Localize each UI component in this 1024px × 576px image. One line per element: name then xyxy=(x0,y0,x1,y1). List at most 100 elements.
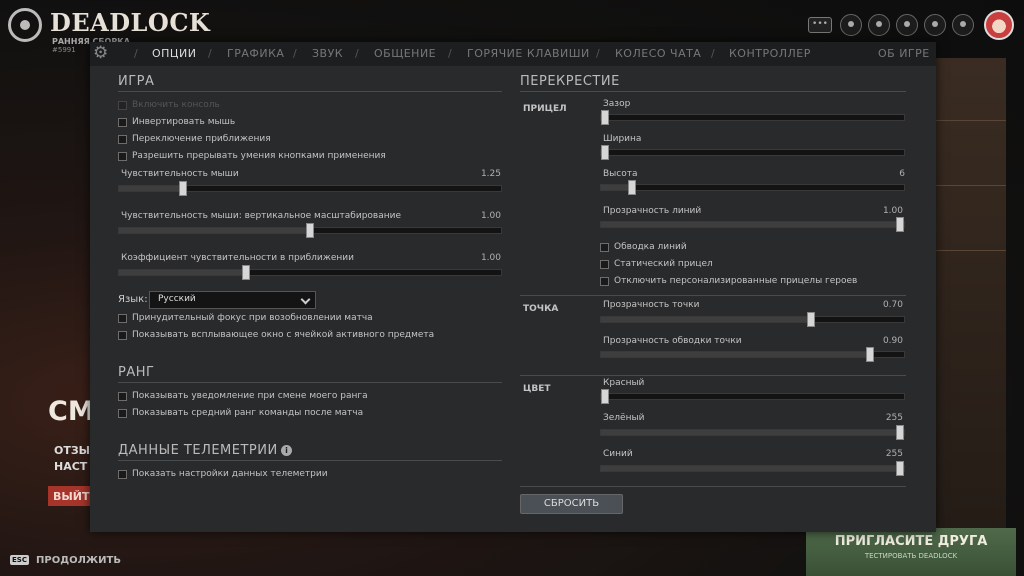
slider-handle[interactable] xyxy=(896,425,904,440)
tab-separator: / xyxy=(711,47,715,60)
avatar[interactable] xyxy=(984,10,1014,40)
line-opacity-slider[interactable] xyxy=(600,217,905,232)
slider-handle[interactable] xyxy=(242,265,251,280)
gap-label: Зазор xyxy=(603,99,631,109)
tab-sound[interactable]: ЗВУК xyxy=(312,47,343,60)
zoom-sensitivity-value: 1.00 xyxy=(480,253,501,263)
background-text: ОТЗЫ xyxy=(54,444,91,457)
tab-separator: / xyxy=(596,47,600,60)
green-slider[interactable] xyxy=(600,425,905,440)
dot-outline-opacity-slider[interactable] xyxy=(600,347,905,362)
party-slot-button[interactable] xyxy=(868,14,890,36)
tab-separator: / xyxy=(293,47,297,60)
chevron-down-icon xyxy=(300,294,311,305)
party-slot-button[interactable] xyxy=(840,14,862,36)
tab-hotkeys[interactable]: ГОРЯЧИЕ КЛАВИШИ xyxy=(467,47,590,60)
party-slot-button[interactable] xyxy=(924,14,946,36)
zoom-sensitivity-slider[interactable] xyxy=(118,265,502,280)
line-outline-checkbox[interactable]: Обводка линий xyxy=(600,242,687,252)
tab-separator: / xyxy=(134,47,138,60)
tab-separator: / xyxy=(208,47,212,60)
mouse-sensitivity-slider[interactable] xyxy=(118,181,502,196)
cancel-abilities-checkbox[interactable]: Разрешить прерывать умения кнопками прим… xyxy=(118,151,386,161)
settings-panel: ⚙ / ОПЦИИ / ГРАФИКА / ЗВУК / ОБЩЕНИЕ / Г… xyxy=(90,42,936,532)
tab-separator: / xyxy=(355,47,359,60)
user-icon xyxy=(848,20,854,27)
height-slider[interactable] xyxy=(600,180,905,195)
invite-friend-button[interactable]: ПРИГЛАСИТЕ ДРУГА ТЕСТИРОВАТЬ DEADLOCK xyxy=(806,528,1016,576)
invite-subtitle: ТЕСТИРОВАТЬ DEADLOCK xyxy=(864,552,958,560)
line-opacity-label: Прозрачность линий xyxy=(603,206,702,216)
zoom-sensitivity-label: Коэффициент чувствительности в приближен… xyxy=(121,253,354,263)
green-value: 255 xyxy=(885,413,903,423)
blue-value: 255 xyxy=(885,449,903,459)
telemetry-settings-checkbox[interactable]: Показать настройки данных телеметрии xyxy=(118,469,328,479)
telemetry-section-header: ДАННЫЕ ТЕЛЕМЕТРИИ xyxy=(118,443,278,458)
reset-button[interactable]: СБРОСИТЬ xyxy=(520,494,623,514)
dot-outline-opacity-value: 0.90 xyxy=(882,336,903,346)
toggle-zoom-checkbox[interactable]: Переключение приближения xyxy=(118,134,271,144)
user-icon xyxy=(932,20,938,27)
tab-social[interactable]: ОБЩЕНИЕ xyxy=(374,47,436,60)
invert-mouse-checkbox[interactable]: Инвертировать мышь xyxy=(118,117,235,127)
tab-graphics[interactable]: ГРАФИКА xyxy=(227,47,284,60)
party-slot-button[interactable] xyxy=(896,14,918,36)
dot-opacity-slider[interactable] xyxy=(600,312,905,327)
settings-tab-bar: ⚙ / ОПЦИИ / ГРАФИКА / ЗВУК / ОБЩЕНИЕ / Г… xyxy=(90,42,936,66)
tab-controller[interactable]: КОНТРОЛЛЕР xyxy=(729,47,811,60)
disable-hero-crosshairs-checkbox[interactable]: Отключить персонализированные прицелы ге… xyxy=(600,276,857,286)
game-section-header: ИГРА xyxy=(118,74,155,89)
dot-outline-opacity-label: Прозрачность обводки точки xyxy=(603,336,742,346)
enable-console-checkbox[interactable]: Включить консоль xyxy=(118,100,220,110)
crosshair-section-header: ПЕРЕКРЕСТИЕ xyxy=(520,74,620,89)
slider-handle[interactable] xyxy=(306,223,314,238)
user-icon xyxy=(904,20,910,27)
tab-about[interactable]: ОБ ИГРЕ xyxy=(878,47,930,60)
vertical-scale-slider[interactable] xyxy=(118,223,502,238)
active-item-popup-checkbox[interactable]: Показывать всплывающее окно с ячейкой ак… xyxy=(118,330,434,340)
dot-group-label: ТОЧКА xyxy=(523,304,559,314)
slider-handle[interactable] xyxy=(601,145,609,160)
slider-handle[interactable] xyxy=(896,217,904,232)
slider-handle[interactable] xyxy=(601,110,609,125)
red-slider[interactable] xyxy=(600,389,905,404)
background-button: ВЫЙТ xyxy=(48,486,90,506)
rank-section-header: РАНГ xyxy=(118,365,155,380)
rank-change-notice-checkbox[interactable]: Показывать уведомление при смене моего р… xyxy=(118,391,368,401)
tab-options[interactable]: ОПЦИИ xyxy=(152,47,196,60)
height-label: Высота xyxy=(603,169,638,179)
slider-handle[interactable] xyxy=(807,312,816,327)
gap-slider[interactable] xyxy=(600,110,905,125)
vertical-scale-value: 1.00 xyxy=(480,211,501,221)
tab-separator: / xyxy=(448,47,452,60)
deadlock-logo-icon xyxy=(8,8,42,42)
static-crosshair-checkbox[interactable]: Статический прицел xyxy=(600,259,713,269)
background-divider xyxy=(936,250,1006,251)
width-slider[interactable] xyxy=(600,145,905,160)
info-icon[interactable]: i xyxy=(281,445,292,456)
background-panel xyxy=(936,58,1006,528)
esc-key-icon: ESC xyxy=(10,555,29,565)
gear-icon: ⚙ xyxy=(93,43,109,63)
language-label: Язык: xyxy=(118,294,148,305)
tab-chat-wheel[interactable]: КОЛЕСО ЧАТА xyxy=(615,47,701,60)
language-dropdown[interactable]: Русский xyxy=(149,291,316,309)
slider-handle[interactable] xyxy=(627,180,636,195)
slider-handle[interactable] xyxy=(601,389,609,404)
user-icon xyxy=(960,20,966,27)
force-focus-checkbox[interactable]: Принудительный фокус при возобновлении м… xyxy=(118,313,373,323)
team-average-rank-checkbox[interactable]: Показывать средний ранг команды после ма… xyxy=(118,408,363,418)
slider-handle[interactable] xyxy=(896,461,904,476)
continue-button[interactable]: ПРОДОЛЖИТЬ xyxy=(36,555,121,566)
dot-opacity-value: 0.70 xyxy=(882,300,903,310)
background-divider xyxy=(936,185,1006,186)
line-opacity-value: 1.00 xyxy=(882,206,903,216)
blue-slider[interactable] xyxy=(600,461,905,476)
mouse-sensitivity-label: Чувствительность мыши xyxy=(121,169,239,179)
section-divider xyxy=(520,486,906,487)
slider-handle[interactable] xyxy=(178,181,187,196)
brand-title: DEADLOCK xyxy=(50,8,211,37)
chat-button[interactable]: ••• xyxy=(808,17,832,33)
slider-handle[interactable] xyxy=(866,347,875,362)
party-slot-button[interactable] xyxy=(952,14,974,36)
